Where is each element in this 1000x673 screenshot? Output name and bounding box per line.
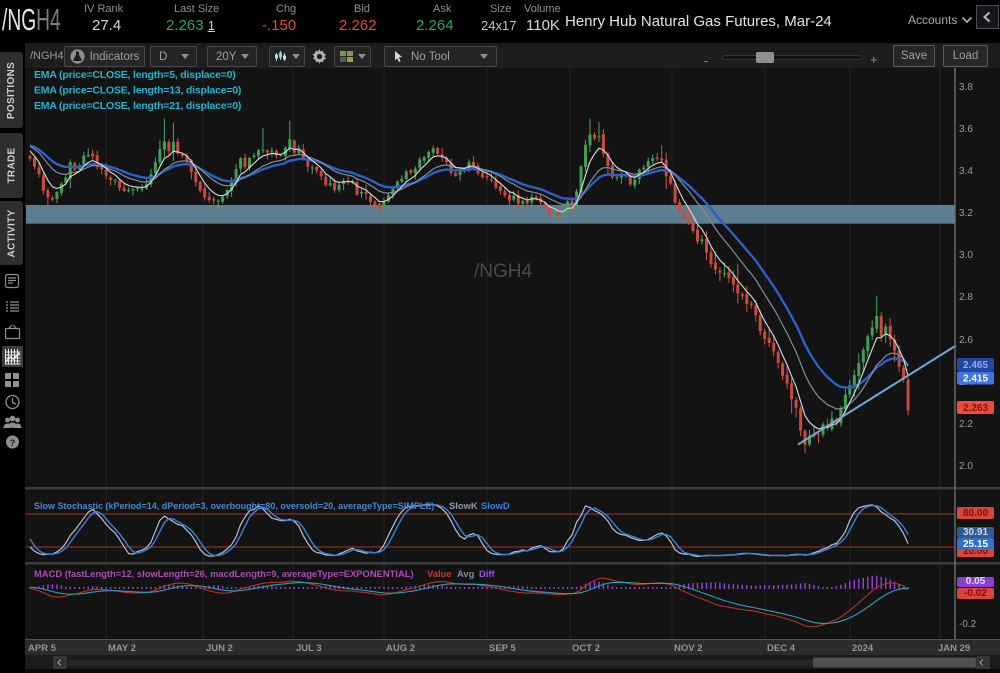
svg-text:SlowK: SlowK [449,500,478,511]
svg-text:2.415: 2.415 [963,373,988,384]
svg-text:3.6: 3.6 [959,124,973,135]
svg-text:80.00: 80.00 [963,508,988,519]
svg-text:SlowD: SlowD [481,500,510,511]
svg-text:2.465: 2.465 [963,360,988,371]
svg-text:2.0: 2.0 [959,461,973,472]
svg-text:-0.02: -0.02 [964,588,987,599]
svg-text:2024: 2024 [852,643,874,654]
svg-text:0.05: 0.05 [966,576,986,587]
svg-text:3.0: 3.0 [959,250,973,261]
svg-text:/NGH4: /NGH4 [474,261,533,282]
svg-text:NOV 2: NOV 2 [674,643,703,654]
svg-text:DEC 4: DEC 4 [767,643,796,654]
svg-text:APR 5: APR 5 [28,643,57,654]
svg-text:AUG 2: AUG 2 [386,643,415,654]
svg-text:MACD (fastLength=12, slowLengt: MACD (fastLength=12, slowLength=26, macd… [34,568,414,579]
svg-text:2.8: 2.8 [959,292,973,303]
svg-text:-0.2: -0.2 [959,619,977,630]
svg-text:Slow Stochastic (kPeriod=14, d: Slow Stochastic (kPeriod=14, dPeriod=3, … [34,501,434,511]
svg-text:3.8: 3.8 [959,82,973,93]
svg-text:JUL 3: JUL 3 [296,643,322,654]
svg-text:Value: Value [427,568,452,579]
svg-text:EMA (price=CLOSE, length=13, d: EMA (price=CLOSE, length=13, displace=0) [34,85,241,97]
svg-text:EMA (price=CLOSE, length=5, di: EMA (price=CLOSE, length=5, displace=0) [34,69,236,81]
svg-text:MAY 2: MAY 2 [108,643,136,654]
svg-text:EMA (price=CLOSE, length=21, d: EMA (price=CLOSE, length=21, displace=0) [34,100,241,112]
svg-text:3.4: 3.4 [959,166,973,177]
svg-text:30.91: 30.91 [963,527,988,538]
svg-text:3.2: 3.2 [959,208,973,219]
svg-text:JAN 29: JAN 29 [938,643,970,654]
svg-text:OCT 2: OCT 2 [572,643,600,654]
svg-text:2.6: 2.6 [959,335,973,346]
svg-text:Avg: Avg [457,568,475,579]
svg-text:25.15: 25.15 [963,539,988,550]
svg-text:Diff: Diff [479,568,495,579]
svg-text:2.263: 2.263 [963,403,988,414]
svg-text:?: ? [10,438,16,448]
svg-text:JUN 2: JUN 2 [206,643,233,654]
svg-text:2.2: 2.2 [959,419,973,430]
svg-text:SEP 5: SEP 5 [489,643,516,654]
